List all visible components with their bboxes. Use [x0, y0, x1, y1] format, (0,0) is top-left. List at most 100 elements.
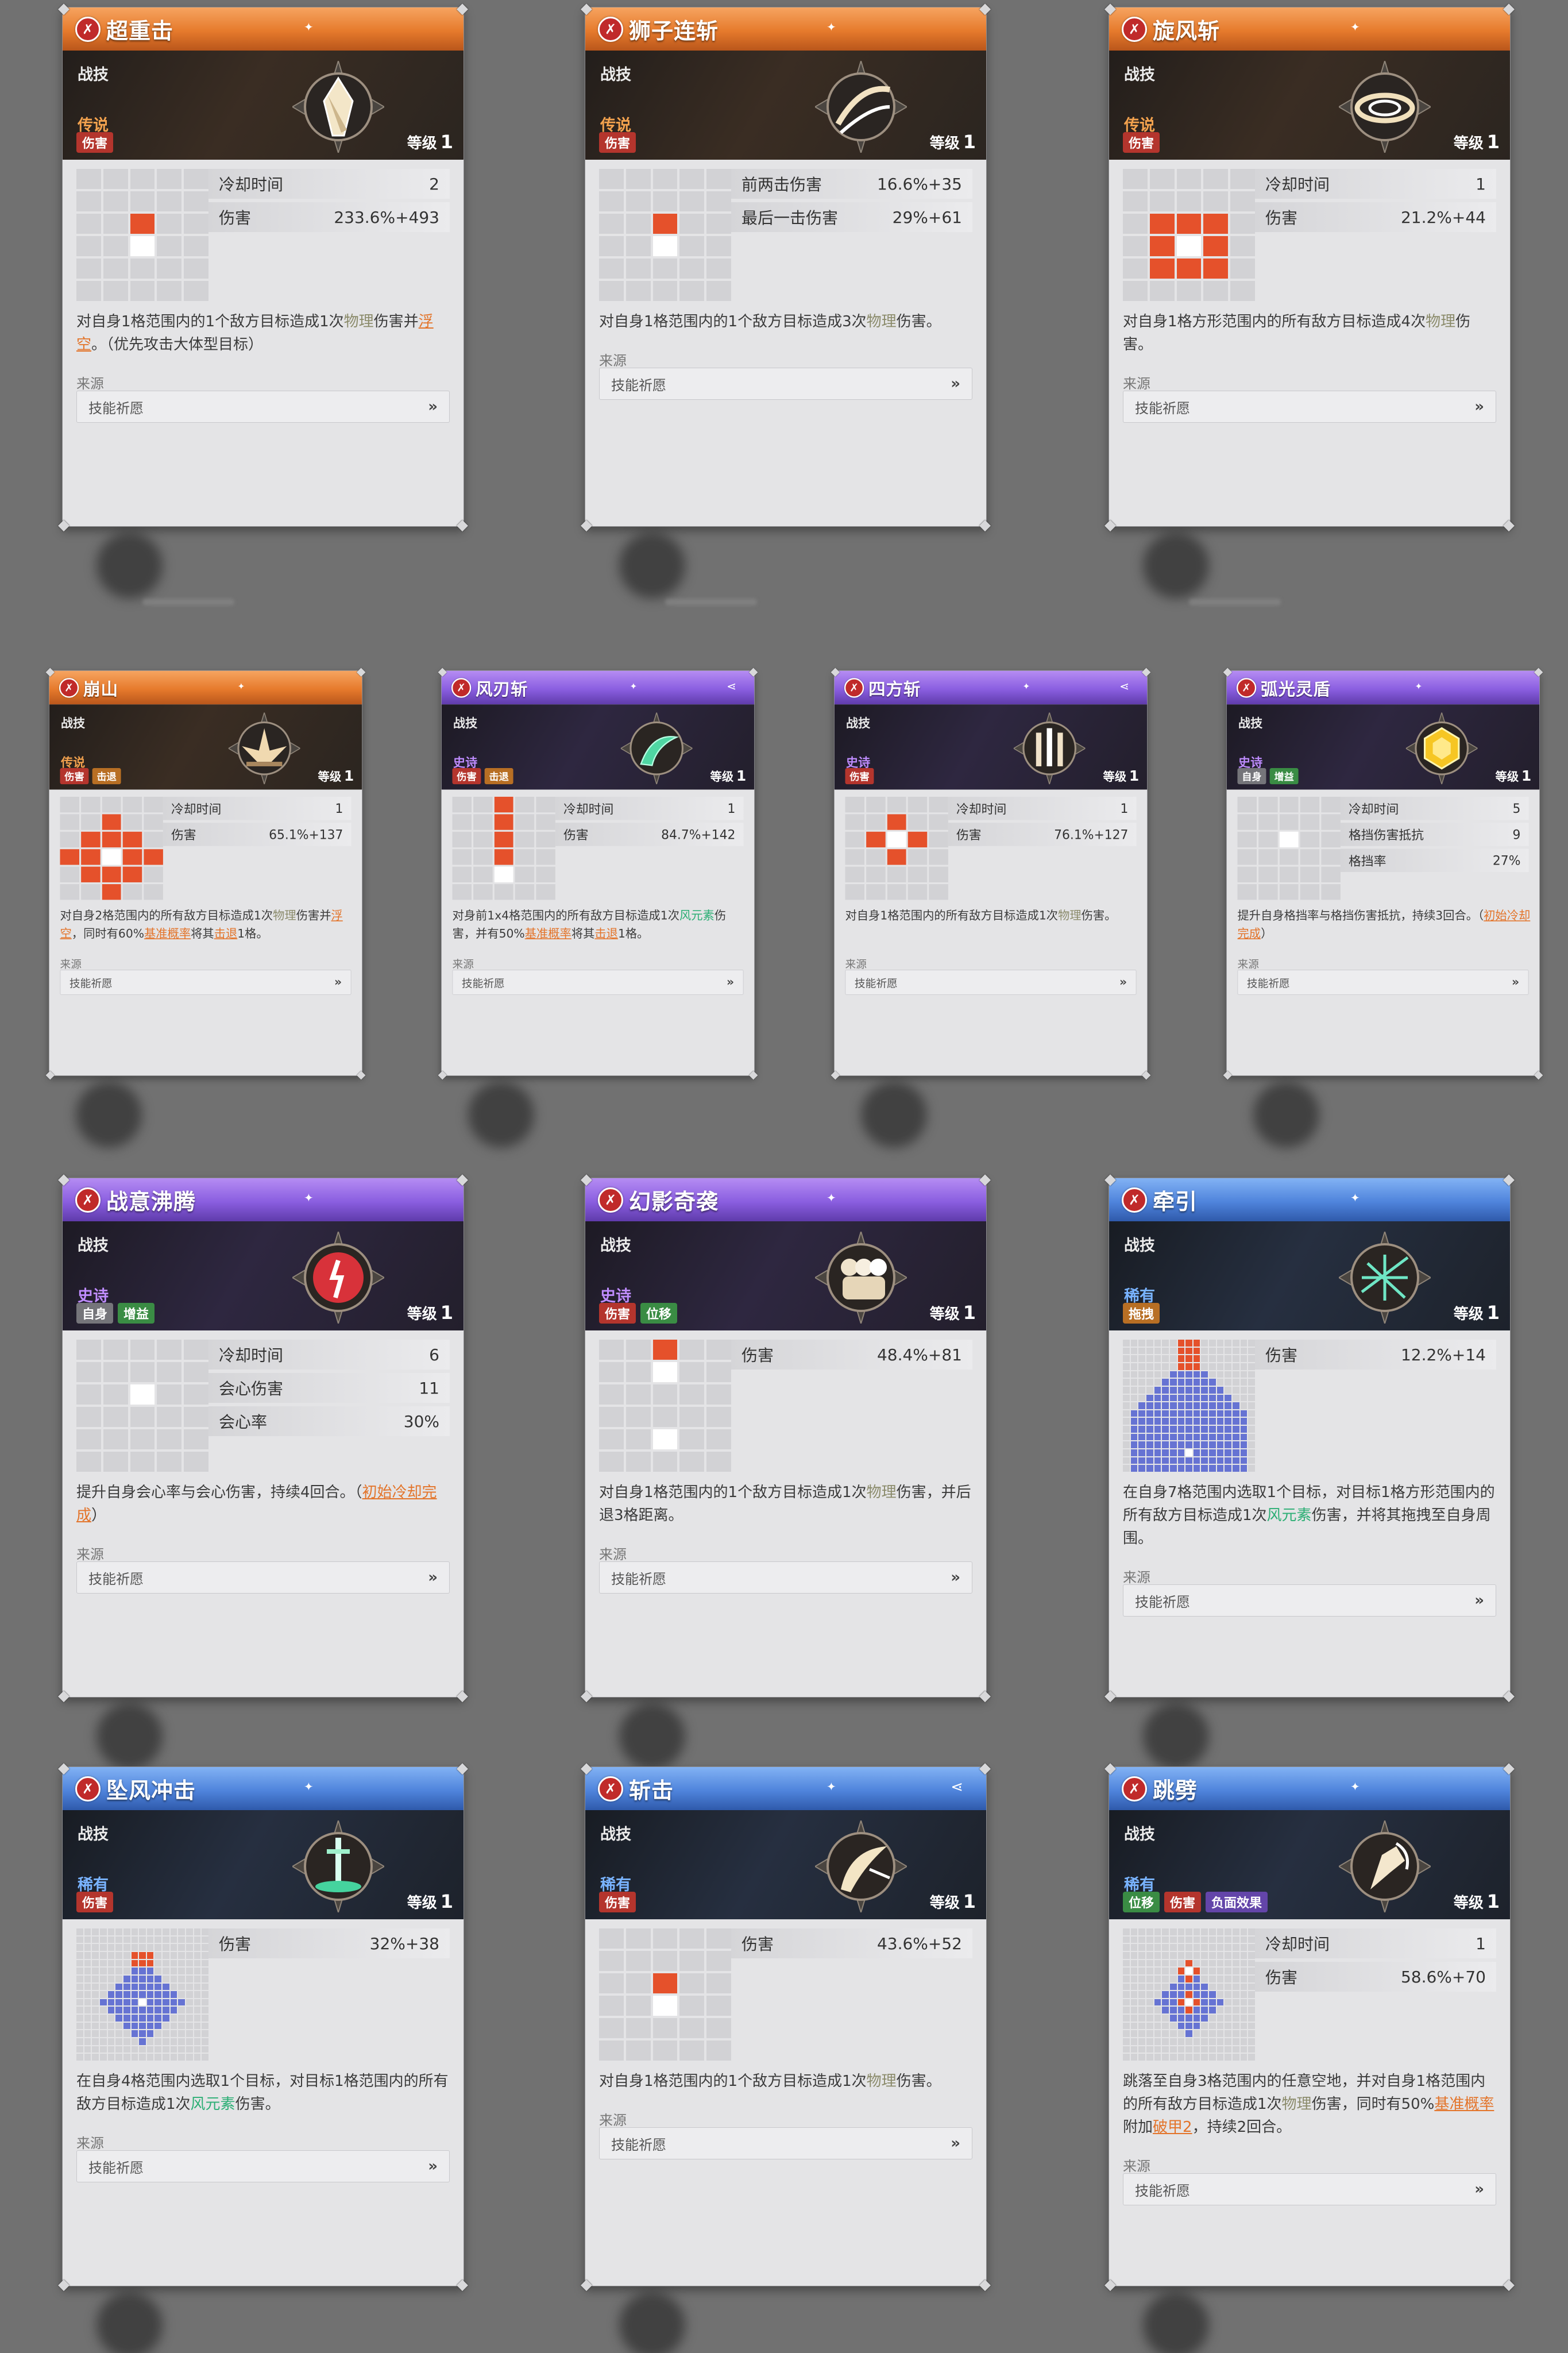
range-cell [1225, 1402, 1232, 1409]
range-cell [99, 2015, 107, 2022]
range-cell [1216, 1394, 1224, 1402]
skill-tag: 位移 [640, 1303, 678, 1324]
range-cell [1248, 2038, 1255, 2045]
skill-card-超重击[interactable]: ◆ ◆ ◆ ◆ ✗ 超重击 ✦ 战技 传说 伤害 等级 1 冷却时间 2 伤害 233.6%+493 对自身1格… [58, 1, 468, 533]
range-cell [1177, 1991, 1185, 1998]
range-cell [99, 1975, 107, 1982]
share-icon[interactable]: ⋖ [1119, 680, 1129, 693]
source-skill-wish-button[interactable]: 技能祈愿» [599, 2127, 972, 2159]
corner-ornament-icon: ◆ [438, 1067, 447, 1082]
skill-card-跳劈[interactable]: ◆ ◆ ◆ ◆ ✗ 跳劈 ✦ 战技 稀有 位移 伤害 负面效果 等级 1 冷却时间 1 伤害 58.6%+70 跳落… [1104, 1760, 1515, 2293]
range-cell [202, 2054, 208, 2061]
range-cell [625, 1452, 651, 1472]
range-cell [1193, 1928, 1200, 1935]
skill-type: 战技 [1124, 1826, 1155, 1843]
range-cell [706, 1429, 731, 1449]
skill-card-战意沸腾[interactable]: ◆ ◆ ◆ ◆ ✗ 战意沸腾 ✦ 战技 史诗 自身 增益 等级 1 冷却时间 6 会心伤害 11 会心率 30% 提升… [58, 1171, 468, 1704]
source-skill-wish-button[interactable]: 技能祈愿» [76, 1561, 450, 1594]
range-cell [652, 1928, 678, 1949]
skill-tag: 伤害 [1123, 132, 1160, 153]
range-cell [599, 191, 624, 211]
card-title: 幻影奇袭 [629, 1189, 719, 1214]
range-cell [1185, 1975, 1192, 1982]
range-cell [1146, 2038, 1153, 2045]
range-cell [60, 814, 79, 830]
skill-card-坠风冲击[interactable]: ◆ ◆ ◆ ◆ ✗ 坠风冲击 ✦ 战技 稀有 伤害 等级 1 伤害 32%+38 在自身4格范围内选取1个目… [58, 1760, 468, 2293]
range-cell [123, 796, 142, 813]
source-skill-wish-button[interactable]: 技能祈愿» [845, 970, 1137, 995]
range-cell [194, 2030, 201, 2038]
range-cell [1162, 1379, 1169, 1386]
skill-card-崩山[interactable]: ◆ ◆ ◆ ◆ ✗ 崩山 ✦ 战技 传说 伤害 击退 等级 1 冷却时间 1 伤害 65.1%+137 对自身2格… [46, 665, 366, 1081]
skill-card-斩击[interactable]: ◆ ◆ ◆ ◆ ✗ 斩击 ✦ ⋖ 战技 稀有 伤害 等级 1 伤害 43.6%+52 对自身1格范围内的1个敌… [581, 1760, 991, 2293]
range-cell [123, 866, 142, 882]
source-skill-wish-button[interactable]: 技能祈愿» [76, 2150, 450, 2182]
skill-description: 对身前1x4格范围内的所有敌方目标造成1次风元素伤害，并有50%基准概率将其击退… [453, 907, 746, 943]
range-cell [115, 2038, 122, 2045]
skill-card-弧光灵盾[interactable]: ◆ ◆ ◆ ◆ ✗ 弧光灵盾 ✦ 战技 史诗 自身 增益 等级 1 冷却时间 5 格挡伤害抵抗 9 格挡率 27% 提… [1223, 665, 1543, 1081]
skill-card-牵引[interactable]: ◆ ◆ ◆ ◆ ✗ 牵引 ✦ 战技 稀有 拖拽 等级 1 伤害 12.2%+14 在自身7格范围内选取1个目… [1104, 1171, 1515, 1704]
source-skill-wish-button[interactable]: 技能祈愿» [452, 970, 744, 995]
range-cell [1258, 796, 1278, 813]
range-grid [1123, 1340, 1255, 1472]
range-cell [1185, 1347, 1192, 1355]
sparkle-icon: ✦ [304, 1191, 314, 1205]
source-skill-wish-button[interactable]: 技能祈愿» [1237, 970, 1529, 995]
skill-card-旋风斩[interactable]: ◆ ◆ ◆ ◆ ✗ 旋风斩 ✦ 战技 传说 伤害 等级 1 冷却时间 1 伤害 21.2%+44 对自身1格方形… [1104, 1, 1515, 533]
range-cell [139, 2038, 146, 2045]
range-cell [155, 2030, 162, 2038]
desc-segment: 基准概率 [144, 927, 191, 941]
range-cell [84, 1959, 91, 1967]
range-cell [1154, 1402, 1161, 1409]
range-cell [1216, 1418, 1224, 1425]
range-cell [1201, 1441, 1208, 1449]
range-cell [1193, 1991, 1200, 1998]
range-cell [99, 2022, 107, 2030]
range-cell [194, 1944, 201, 1951]
range-cell [1123, 1402, 1130, 1409]
source-skill-wish-button[interactable]: 技能祈愿» [1123, 391, 1496, 423]
share-icon[interactable]: ⋖ [951, 1779, 963, 1796]
range-cell [1209, 1944, 1216, 1951]
range-cell [202, 1959, 208, 1967]
range-cell [1193, 2007, 1200, 2014]
skill-card-狮子连斩[interactable]: ◆ ◆ ◆ ◆ ✗ 狮子连斩 ✦ 战技 传说 伤害 等级 1 前两击伤害 16.6%+35 最后一击伤害 29… [581, 1, 991, 533]
range-cell [1193, 1457, 1200, 1464]
source-skill-wish-button[interactable]: 技能祈愿» [1123, 1584, 1496, 1617]
range-cell [1138, 1999, 1145, 2006]
range-cell [1209, 1928, 1216, 1935]
range-cell [1169, 2022, 1177, 2030]
source-skill-wish-button[interactable]: 技能祈愿» [599, 368, 972, 400]
range-cell [186, 1983, 193, 1991]
range-cell [92, 1951, 99, 1959]
desc-segment: 对身前1x4格范围内的所有敌方目标造成1次 [452, 909, 679, 923]
range-cell [1209, 1465, 1216, 1472]
range-cell [1193, 1975, 1200, 1982]
range-cell [1146, 1944, 1153, 1951]
source-skill-wish-button[interactable]: 技能祈愿» [60, 970, 352, 995]
card-title: 斩击 [629, 1778, 674, 1803]
skill-card-幻影奇袭[interactable]: ◆ ◆ ◆ ◆ ✗ 幻影奇袭 ✦ 战技 史诗 伤害 位移 等级 1 伤害 48.4%+81 对自身1格范围内的… [581, 1171, 991, 1704]
range-cell [1138, 2030, 1145, 2038]
range-cell [706, 214, 731, 234]
source-button-label: 技能祈愿 [1246, 977, 1290, 990]
range-cell [1216, 1441, 1224, 1449]
share-icon[interactable]: ⋖ [727, 680, 736, 693]
corner-ornament-icon: ◆ [979, 516, 991, 534]
range-cell [1193, 1402, 1200, 1409]
skill-card-风刃斩[interactable]: ◆ ◆ ◆ ◆ ✗ 风刃斩 ✦ ⋖ 战技 史诗 伤害 击退 等级 1 冷却时间 1 伤害 84.7%+142 对身前… [438, 665, 758, 1081]
range-cell [102, 814, 121, 830]
range-cell [1193, 1347, 1200, 1355]
range-cell [1209, 2030, 1216, 2038]
source-skill-wish-button[interactable]: 技能祈愿» [599, 1561, 972, 1594]
range-cell [1201, 1936, 1208, 1943]
stat-row: 冷却时间 1 [555, 796, 744, 820]
skill-description: 提升自身格挡率与格挡伤害抵抗，持续3回合。（初始冷却完成） [1238, 907, 1531, 943]
range-cell [1225, 1379, 1232, 1386]
range-cell [1233, 1433, 1239, 1441]
skill-tag: 增益 [1269, 768, 1299, 785]
source-skill-wish-button[interactable]: 技能祈愿» [1123, 2173, 1496, 2205]
source-skill-wish-button[interactable]: 技能祈愿» [76, 391, 450, 423]
range-cell [1123, 169, 1148, 189]
skill-card-四方斩[interactable]: ◆ ◆ ◆ ◆ ✗ 四方斩 ✦ ⋖ 战技 史诗 伤害 等级 1 冷却时间 1 伤害 76.1%+127 对自身1格… [831, 665, 1151, 1081]
